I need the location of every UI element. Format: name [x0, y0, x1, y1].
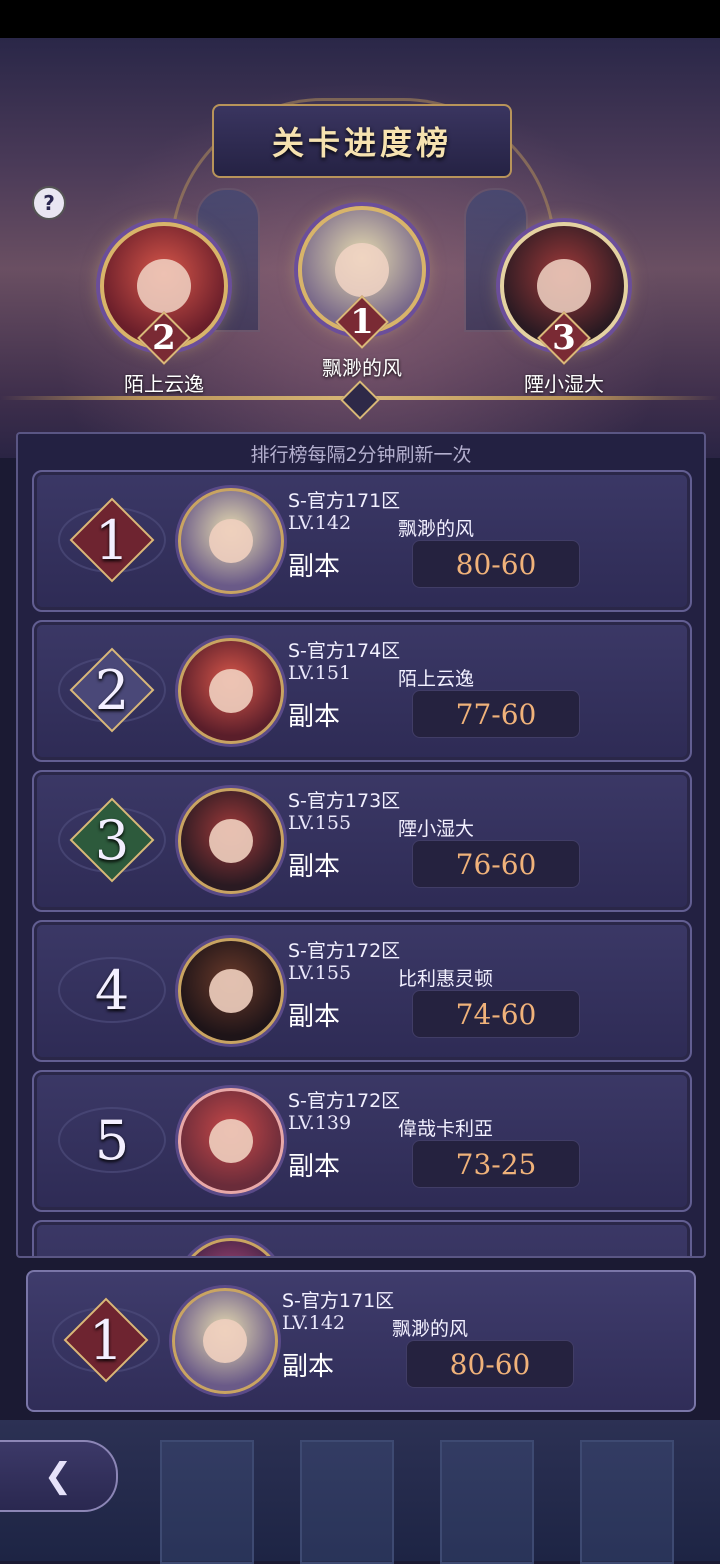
page-title: 关卡进度榜 — [212, 104, 512, 178]
rank-emblem: 1 — [58, 494, 166, 586]
progress-value: 80-60 — [412, 540, 580, 588]
mode-label: 副本 — [282, 1352, 335, 1382]
mode-label: 副本 — [288, 552, 341, 582]
rank-badge: 3 — [542, 316, 586, 360]
avatar — [178, 1238, 284, 1256]
leaderboard-row[interactable]: 3 S-官方173区 LV.155 陻小湿大 副本 76-60 — [32, 770, 692, 912]
level-label: LV.142 — [282, 1312, 346, 1334]
rank-emblem: 1 — [52, 1294, 160, 1386]
mode-label: 副本 — [288, 702, 341, 732]
leaderboard-list[interactable]: 排行榜每隔2分钟刷新一次 1 S-官方171区 LV.142 飘渺的风 副本 8… — [16, 432, 706, 1258]
player-name: 飘渺的风 — [398, 518, 475, 540]
status-bar — [0, 0, 720, 38]
avatar — [178, 488, 284, 594]
help-button[interactable]: ? — [32, 186, 66, 220]
player-name: 比利惠灵顿 — [398, 968, 494, 990]
rank-badge: 2 — [142, 316, 186, 360]
leaderboard-row[interactable]: 5 S-官方172区 LV.139 偉哉卡利亞 副本 73-25 — [32, 1070, 692, 1212]
avatar — [178, 788, 284, 894]
avatar: 1 — [298, 206, 426, 342]
progress-value: 76-60 — [412, 840, 580, 888]
player-name: 飘渺的风 — [392, 1318, 469, 1340]
level-label: LV.151 — [288, 662, 352, 684]
mode-label: 副本 — [288, 1152, 341, 1182]
leaderboard-row[interactable]: 4 S-官方172区 LV.155 比利惠灵顿 副本 74-60 — [32, 920, 692, 1062]
my-rank-row[interactable]: 1 S-官方171区 LV.142 飘渺的风 副本 80-60 — [26, 1270, 696, 1412]
podium-second[interactable]: 2 陌上云逸 — [100, 222, 228, 397]
server-label: S-官方174区 — [288, 640, 401, 662]
refresh-note: 排行榜每隔2分钟刷新一次 — [250, 444, 472, 466]
avatar — [178, 638, 284, 744]
player-name: 陻小湿大 — [398, 818, 475, 840]
rank-emblem: 4 — [58, 944, 166, 1036]
server-label: S-官方172区 — [288, 1090, 401, 1112]
leaderboard-row[interactable]: 2 S-官方174区 LV.151 陌上云逸 副本 77-60 — [32, 620, 692, 762]
avatar: 3 — [500, 222, 628, 358]
level-label: LV.139 — [288, 1112, 352, 1134]
progress-value: 77-60 — [412, 690, 580, 738]
server-label: S-官方173区 — [288, 790, 401, 812]
podium-name: 陌上云逸 — [124, 372, 204, 396]
podium-name: 飘渺的风 — [322, 356, 402, 380]
level-label: LV.155 — [288, 962, 352, 984]
player-name: 偉哉卡利亞 — [398, 1118, 494, 1140]
mode-label: 副本 — [288, 1002, 341, 1032]
rank-badge: 1 — [340, 300, 384, 344]
podium-third[interactable]: 3 陻小湿大 — [500, 222, 628, 397]
mode-label: 副本 — [288, 852, 341, 882]
podium-name: 陻小湿大 — [524, 372, 604, 396]
leaderboard-row[interactable]: 1 S-官方171区 LV.142 飘渺的风 副本 80-60 — [32, 470, 692, 612]
server-label: S-官方172区 — [288, 940, 401, 962]
avatar — [172, 1288, 278, 1394]
question-icon: ? — [43, 191, 55, 215]
progress-value: 74-60 — [412, 990, 580, 1038]
server-label: S-官方171区 — [288, 490, 401, 512]
avatar — [178, 1088, 284, 1194]
server-label: S-官方171区 — [282, 1290, 395, 1312]
avatar: 2 — [100, 222, 228, 358]
progress-value: 80-60 — [406, 1340, 574, 1388]
rank-emblem: 5 — [58, 1094, 166, 1186]
level-label: LV.155 — [288, 812, 352, 834]
player-name: 陌上云逸 — [398, 668, 475, 690]
progress-value: 73-25 — [412, 1140, 580, 1188]
leaderboard-row-partial[interactable] — [32, 1220, 692, 1256]
level-label: LV.142 — [288, 512, 352, 534]
back-arrow-icon: ❮ — [43, 1456, 73, 1496]
back-button[interactable]: ❮ — [0, 1440, 118, 1512]
podium-first[interactable]: 1 飘渺的风 — [298, 206, 426, 381]
avatar — [178, 938, 284, 1044]
rank-emblem: 2 — [58, 644, 166, 736]
rank-emblem: 3 — [58, 794, 166, 886]
